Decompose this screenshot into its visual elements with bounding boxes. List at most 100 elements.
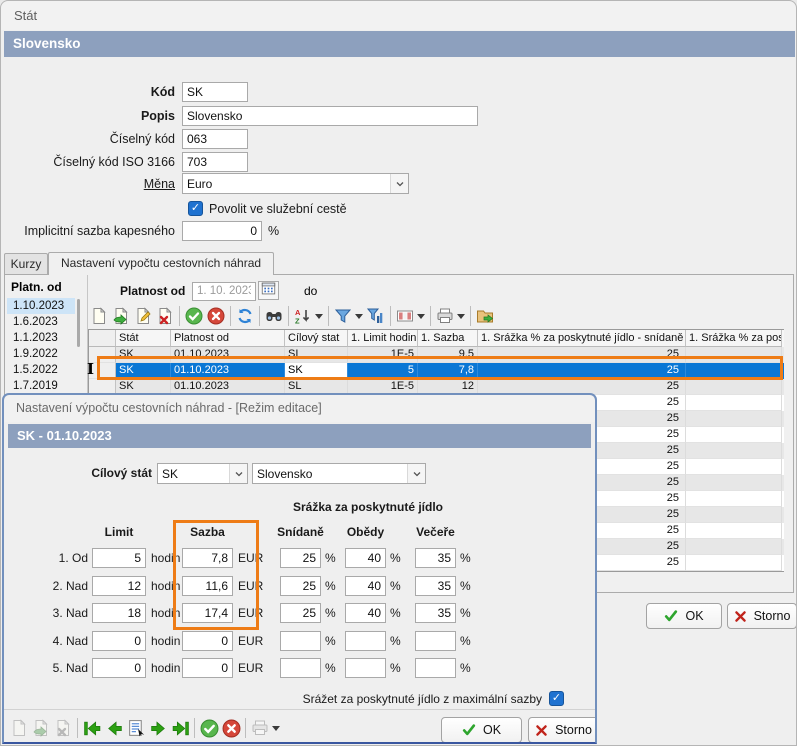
chevron-down-icon[interactable] [229,464,247,483]
limit-field[interactable] [92,548,146,568]
list-item[interactable]: 1.7.2019 [7,378,75,394]
povolit-checkbox[interactable]: ✓ [188,201,203,216]
vecere-field[interactable] [415,658,456,678]
dialog-storno-button[interactable]: Storno [528,717,597,743]
discard-button[interactable] [205,305,227,327]
obedy-field[interactable] [345,548,386,568]
list-item[interactable]: 1.10.2023 [7,298,75,314]
kod-field[interactable] [182,82,248,102]
sazba-field[interactable] [182,658,233,678]
snidane-field[interactable] [280,658,321,678]
sazba-field[interactable] [182,631,233,651]
tab-kurzy[interactable]: Kurzy [4,253,48,275]
chevron-down-icon[interactable] [407,464,425,483]
mena-label[interactable]: Měna [1,177,182,191]
filter-stats-button[interactable] [365,305,387,327]
sazba-field[interactable] [182,548,233,568]
new-record-button[interactable] [88,305,110,327]
calendar-button[interactable] [258,281,279,300]
toolbar-separator [77,718,78,738]
vecere-field[interactable] [415,576,456,596]
tab-nastaveni-nahrad[interactable]: Nastavení vypočtu cestovních náhrad [48,252,274,275]
copy-record-button[interactable] [30,717,52,739]
copy-record-button[interactable] [110,305,132,327]
obedy-field[interactable] [345,631,386,651]
edit-record-button[interactable] [132,305,154,327]
discard-button[interactable] [220,717,242,739]
vecere-field[interactable] [415,548,456,568]
limit-field[interactable] [92,603,146,623]
first-record-button[interactable] [81,717,103,739]
sort-button[interactable] [292,305,314,327]
limit-field[interactable] [92,658,146,678]
new-record-button[interactable] [8,717,30,739]
col-header-srazka1[interactable]: 1. Srážka % za poskytnuté jídlo - snídan… [478,330,686,347]
platnost-od-field[interactable] [192,282,256,301]
print-dropdown-icon[interactable] [272,726,280,735]
eur-unit: EUR [238,658,263,678]
ciselny-kod-field[interactable] [182,129,248,149]
apply-button[interactable] [183,305,205,327]
ok-button[interactable]: OK [646,603,722,629]
popis-field[interactable] [182,106,478,126]
mena-select[interactable]: Euro [182,173,409,194]
percent-unit: % [325,631,336,651]
snidane-field[interactable] [280,631,321,651]
sort-dropdown-icon[interactable] [315,314,323,323]
limit-field[interactable] [92,631,146,651]
dates-scrollbar[interactable] [77,299,80,347]
col-header-srazka2[interactable]: 1. Srážka % za pos [686,330,782,347]
delete-record-button[interactable] [52,717,74,739]
obedy-field[interactable] [345,576,386,596]
kapesne-field[interactable] [182,221,262,241]
filter-dropdown-icon[interactable] [355,314,363,323]
export-button[interactable] [474,305,496,327]
col-header-sazba[interactable]: 1. Sazba [418,330,478,347]
obedy-field[interactable] [345,603,386,623]
col-header-cilovy[interactable]: Cílový stat [285,330,348,347]
obedy-field[interactable] [345,658,386,678]
storno-button[interactable]: Storno [727,603,797,629]
cilovy-stat-name-select[interactable]: Slovensko [252,463,426,484]
columns-button[interactable] [394,305,416,327]
cilovy-stat-code-select[interactable]: SK [157,463,248,484]
list-item[interactable]: 1.9.2022 [7,346,75,362]
vecere-field[interactable] [415,631,456,651]
window-title: Stát [1,1,796,30]
refresh-button[interactable] [234,305,256,327]
snidane-field[interactable] [280,548,321,568]
apply-button[interactable] [198,717,220,739]
delete-record-button[interactable] [154,305,176,327]
sazba-field[interactable] [182,576,233,596]
col-header-stat[interactable]: Stát [116,330,171,347]
limit-field[interactable] [92,576,146,596]
print-button[interactable] [434,305,456,327]
srazet-checkbox[interactable]: ✓ [549,691,564,706]
vecere-field[interactable] [415,603,456,623]
record-list-button[interactable] [125,717,147,739]
col-header-limit[interactable]: 1. Limit hodin [348,330,418,347]
print-button[interactable] [249,717,271,739]
snidane-field[interactable] [280,603,321,623]
list-item[interactable]: 1.1.2023 [7,330,75,346]
print-dropdown-icon[interactable] [457,314,465,323]
sazba-field[interactable] [182,603,233,623]
list-item[interactable]: 1.6.2023 [7,314,75,330]
filter-button[interactable] [332,305,354,327]
col-header-platnost[interactable]: Platnost od [171,330,285,347]
columns-dropdown-icon[interactable] [417,314,425,323]
snidane-field[interactable] [280,576,321,596]
last-record-button[interactable] [169,717,191,739]
table-row[interactable]: SK 01.10.2023 SI 1E-5 9.5 25 [89,347,784,363]
list-item[interactable]: 1.5.2022 [7,362,75,378]
previous-record-button[interactable] [103,717,125,739]
next-record-button[interactable] [147,717,169,739]
toolbar-separator [179,306,180,326]
chevron-down-icon[interactable] [390,174,408,193]
hodin-unit: hodin [151,548,180,568]
table-row[interactable]: SK 01.10.2023 SK 5 7,8 25 [89,363,784,379]
iso-kod-field[interactable] [182,152,248,172]
dialog-ok-button[interactable]: OK [441,717,522,743]
hodin-unit: hodin [151,603,180,623]
search-button[interactable] [263,305,285,327]
